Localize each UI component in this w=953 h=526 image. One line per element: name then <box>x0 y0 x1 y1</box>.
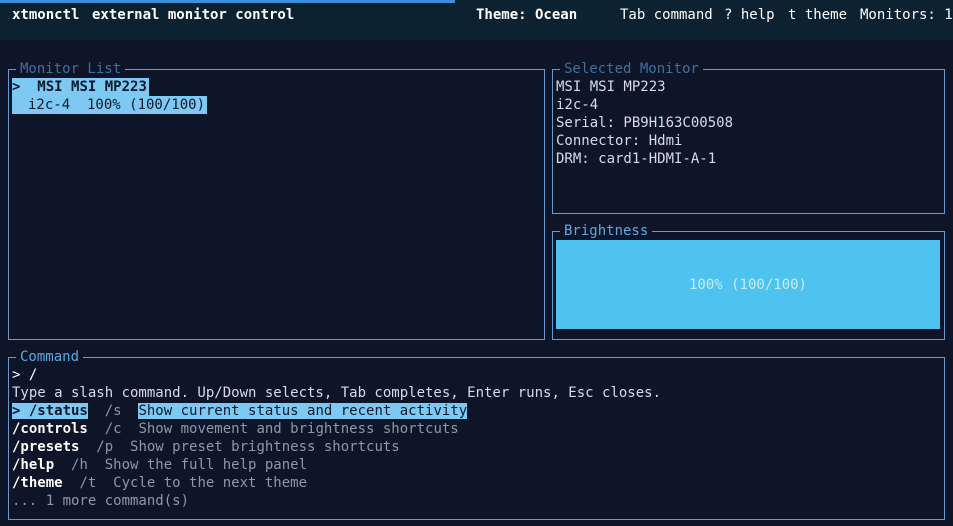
selection-marker: > <box>12 79 21 95</box>
command-desc: Show movement and brightness shortcuts <box>138 421 459 437</box>
selected-monitor-name: MSI MSI MP223 <box>556 79 666 95</box>
theme-label: Theme: Ocean <box>476 7 578 23</box>
more-commands-note: ... 1 more command(s) <box>12 493 190 509</box>
monitor-list-item-detail[interactable]: i2c-4 100% (100/100) <box>12 96 208 114</box>
command-name: /theme <box>12 475 63 491</box>
command-alias: /h <box>71 457 88 473</box>
selected-monitor-connector: Connector: Hdmi <box>556 133 683 149</box>
command-name: /controls <box>12 421 88 437</box>
command-item-theme[interactable]: /theme /t Cycle to the next theme <box>12 474 307 492</box>
brightness-value: 100% (100/100) <box>688 277 807 293</box>
monitor-count: Monitors: 1 <box>860 7 953 23</box>
command-alias: /t <box>79 475 97 491</box>
selected-monitor-title: Selected Monitor <box>560 60 703 78</box>
command-input[interactable]: > / <box>12 366 37 384</box>
app-subtitle: external monitor control <box>92 7 295 23</box>
command-name: /help <box>12 457 55 473</box>
command-name: /presets <box>12 439 80 455</box>
tab-command-hint[interactable]: Tab command <box>620 6 713 24</box>
command-alias: /c <box>104 421 122 437</box>
command-desc: Show the full help panel <box>104 457 308 473</box>
command-desc: Show current status and recent activity <box>138 403 468 419</box>
command-alias: /p <box>96 439 114 455</box>
command-desc: Show preset brightness shortcuts <box>130 439 400 455</box>
monitor-list-item[interactable]: > MSI MSI MP223 <box>12 78 149 96</box>
command-desc: Cycle to the next theme <box>113 475 308 491</box>
command-hint: Type a slash command. Up/Down selects, T… <box>12 385 662 401</box>
selected-monitor-serial: Serial: PB9H163C00508 <box>556 115 734 131</box>
selected-monitor-drm: DRM: card1-HDMI-A-1 <box>556 151 717 167</box>
monitor-name: MSI MSI MP223 <box>37 79 147 95</box>
command-title: Command <box>16 348 84 366</box>
brightness-title: Brightness <box>560 222 653 240</box>
selected-monitor-bus: i2c-4 <box>556 97 599 113</box>
theme-hint[interactable]: t theme <box>788 6 847 24</box>
command-alias: /s <box>104 403 122 419</box>
command-item-presets[interactable]: /presets /p Show preset brightness short… <box>12 438 400 456</box>
command-item-status[interactable]: > /status /s Show current status and rec… <box>12 402 468 420</box>
command-item-controls[interactable]: /controls /c Show movement and brightnes… <box>12 420 459 438</box>
app-name: xtmonctl <box>12 7 80 23</box>
command-item-help[interactable]: /help /h Show the full help panel <box>12 456 307 474</box>
monitor-list-title: Monitor List <box>16 60 126 78</box>
top-accent-line <box>0 0 455 3</box>
command-name: > /status <box>12 403 88 419</box>
help-hint[interactable]: ? help <box>724 6 775 24</box>
